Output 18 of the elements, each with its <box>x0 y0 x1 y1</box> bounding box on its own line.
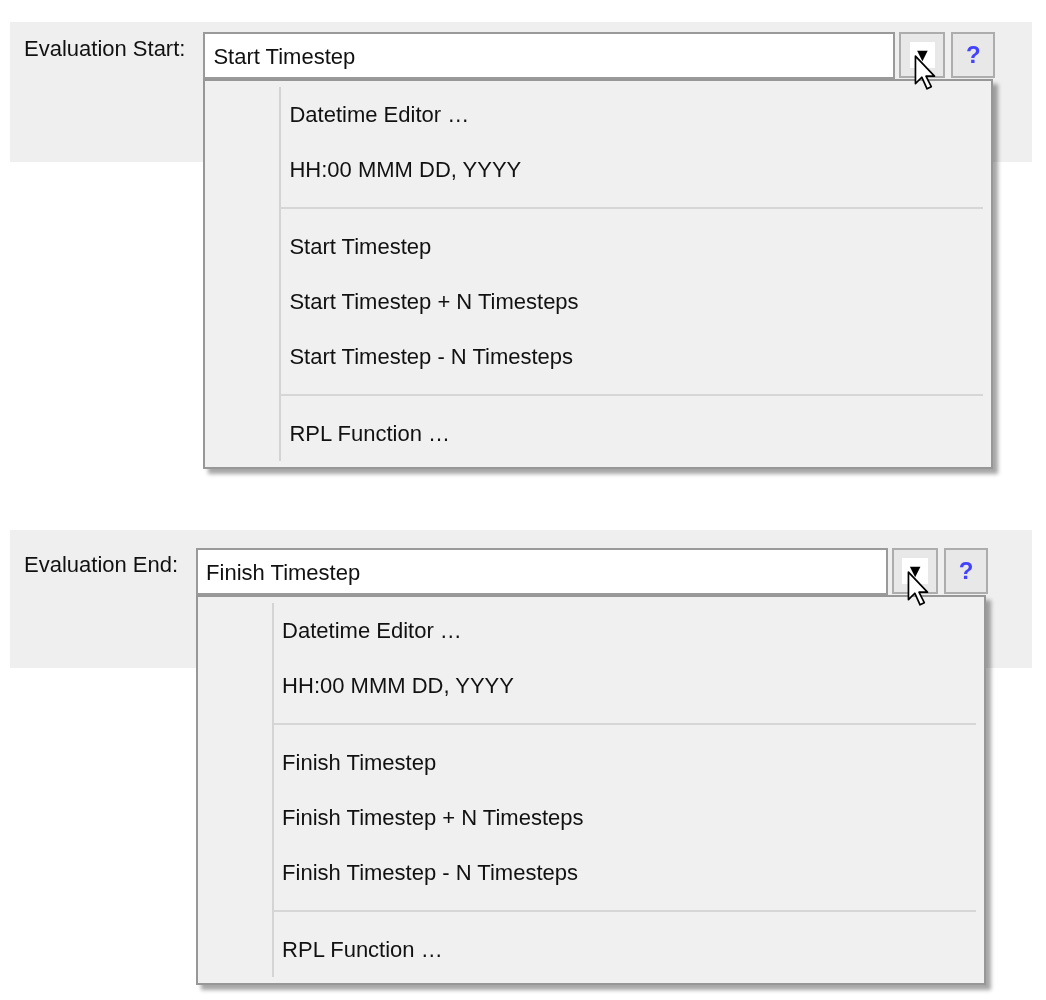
menu-item[interactable]: HH:00 MMM DD, YYYY <box>274 658 977 713</box>
menu-item[interactable]: Start Timestep + N Timesteps <box>281 274 984 329</box>
menu-item[interactable]: Start Timestep <box>281 219 984 274</box>
combo-field[interactable]: Start Timestep <box>203 32 896 79</box>
field-label: Evaluation Start: <box>24 35 186 62</box>
field-label: Evaluation End: <box>24 551 179 578</box>
menu-item[interactable]: Finish Timestep <box>274 735 977 790</box>
combo-field[interactable]: Finish Timestep <box>196 548 889 595</box>
menu-item[interactable]: RPL Function … <box>274 922 977 977</box>
menu-item[interactable]: HH:00 MMM DD, YYYY <box>281 142 984 197</box>
menu-item[interactable]: RPL Function … <box>281 406 984 461</box>
menu-item[interactable]: Finish Timestep + N Timesteps <box>274 790 977 845</box>
help-button[interactable]: ? <box>944 548 989 594</box>
menu-item[interactable]: Start Timestep - N Timesteps <box>281 329 984 384</box>
menu-item[interactable]: Datetime Editor … <box>274 603 977 658</box>
menu-item[interactable]: Finish Timestep - N Timesteps <box>274 845 977 900</box>
help-button[interactable]: ? <box>951 32 996 78</box>
menu-item[interactable]: Datetime Editor … <box>281 87 984 142</box>
